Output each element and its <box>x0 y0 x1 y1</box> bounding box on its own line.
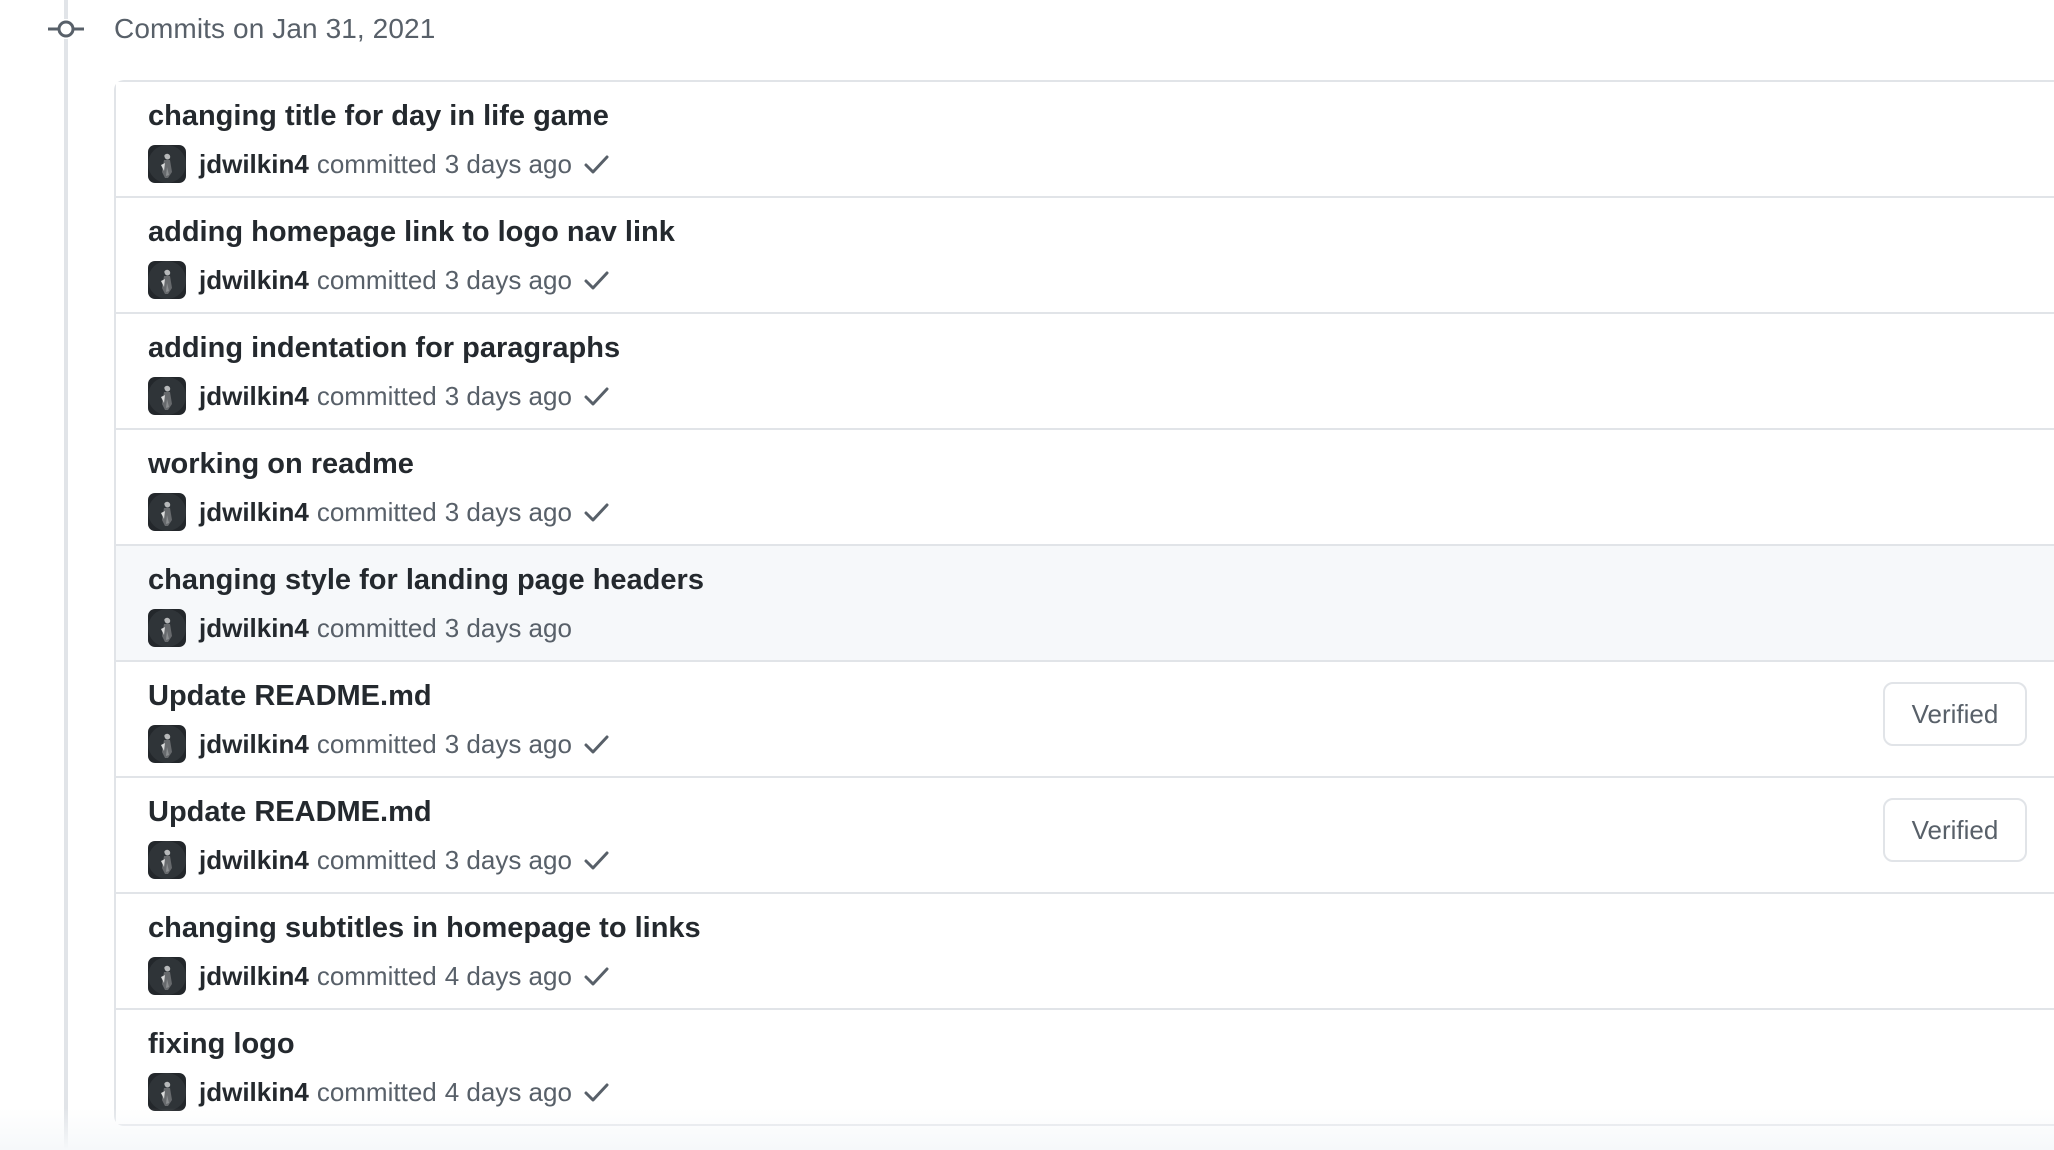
author-avatar[interactable] <box>148 609 186 647</box>
commit-time: 3 days ago <box>444 148 572 179</box>
committed-label: committed <box>316 264 437 295</box>
author-avatar[interactable] <box>148 145 186 183</box>
committed-label: committed <box>316 496 437 527</box>
commit-row[interactable]: changing title for day in life game jdwi… <box>116 82 2054 198</box>
committed-label: committed <box>316 960 437 991</box>
commit-meta: jdwilkin4 committed 3 days ago <box>148 840 610 880</box>
check-icon[interactable] <box>582 382 610 410</box>
commit-author-link[interactable]: jdwilkin4 <box>199 381 309 412</box>
committed-label: committed <box>316 148 437 179</box>
verified-badge[interactable]: Verified <box>1883 682 2027 746</box>
commit-row[interactable]: adding homepage link to logo nav link jd… <box>116 198 2054 314</box>
committed-label: committed <box>316 612 437 643</box>
commit-row[interactable]: changing subtitles in homepage to links … <box>116 894 2054 1010</box>
commit-title-link[interactable]: adding homepage link to logo nav link <box>148 216 675 249</box>
commit-meta: jdwilkin4 committed 4 days ago <box>148 956 610 996</box>
commit-author-link[interactable]: jdwilkin4 <box>199 265 309 296</box>
check-icon[interactable] <box>582 846 610 874</box>
commit-title-link[interactable]: adding indentation for paragraphs <box>148 332 620 365</box>
author-avatar[interactable] <box>148 957 186 995</box>
commit-list: changing title for day in life game jdwi… <box>114 80 2054 1126</box>
commit-title-link[interactable]: changing style for landing page headers <box>148 564 704 597</box>
commit-row[interactable]: fixing logo jdwilkin4 committed 4 days a… <box>116 1010 2054 1124</box>
check-icon[interactable] <box>582 150 610 178</box>
commit-title-link[interactable]: changing title for day in life game <box>148 100 609 133</box>
author-avatar[interactable] <box>148 725 186 763</box>
commit-title-link[interactable]: working on readme <box>148 448 414 481</box>
committed-label: committed <box>316 728 437 759</box>
commit-author-link[interactable]: jdwilkin4 <box>199 497 309 528</box>
committed-label: committed <box>316 1076 437 1107</box>
commit-time: 3 days ago <box>444 380 572 411</box>
commit-title-link[interactable]: fixing logo <box>148 1028 295 1061</box>
commit-meta: jdwilkin4 committed 4 days ago <box>148 1072 610 1112</box>
commit-group-header: Commits on Jan 31, 2021 <box>48 8 435 50</box>
commit-meta: jdwilkin4 committed 3 days ago <box>148 144 610 184</box>
author-avatar[interactable] <box>148 1073 186 1111</box>
author-avatar[interactable] <box>148 377 186 415</box>
commit-time: 3 days ago <box>444 612 572 643</box>
commit-row[interactable]: adding indentation for paragraphs jdwilk… <box>116 314 2054 430</box>
committed-label: committed <box>316 844 437 875</box>
check-icon[interactable] <box>582 498 610 526</box>
commit-author-link[interactable]: jdwilkin4 <box>199 961 309 992</box>
check-icon[interactable] <box>582 962 610 990</box>
commit-time: 4 days ago <box>444 1076 572 1107</box>
commit-author-link[interactable]: jdwilkin4 <box>199 149 309 180</box>
commit-row[interactable]: working on readme jdwilkin4 committed 3 … <box>116 430 2054 546</box>
commit-title-link[interactable]: Update README.md <box>148 796 432 829</box>
bottom-fade <box>0 1108 2054 1150</box>
commit-time: 3 days ago <box>444 496 572 527</box>
commit-time: 3 days ago <box>444 728 572 759</box>
commit-row[interactable]: changing style for landing page headers … <box>116 546 2054 662</box>
author-avatar[interactable] <box>148 493 186 531</box>
commit-author-link[interactable]: jdwilkin4 <box>199 729 309 760</box>
commit-time: 3 days ago <box>444 264 572 295</box>
commit-meta: jdwilkin4 committed 3 days ago <box>148 260 610 300</box>
commit-time: 4 days ago <box>444 960 572 991</box>
commit-meta: jdwilkin4 committed 3 days ago <box>148 492 610 532</box>
commit-row[interactable]: Update README.md jdwilkin4 committed 3 d… <box>116 778 2054 894</box>
check-icon[interactable] <box>582 1078 610 1106</box>
author-avatar[interactable] <box>148 261 186 299</box>
commit-author-link[interactable]: jdwilkin4 <box>199 613 309 644</box>
commit-group-title: Commits on Jan 31, 2021 <box>114 13 436 44</box>
commit-time: 3 days ago <box>444 844 572 875</box>
verified-badge[interactable]: Verified <box>1883 798 2027 862</box>
committed-label: committed <box>316 380 437 411</box>
commit-author-link[interactable]: jdwilkin4 <box>199 845 309 876</box>
commits-page: Commits on Jan 31, 2021 changing title f… <box>0 0 2054 1150</box>
commit-meta: jdwilkin4 committed 3 days ago <box>148 376 610 416</box>
commit-title-link[interactable]: Update README.md <box>148 680 432 713</box>
check-icon[interactable] <box>582 730 610 758</box>
timeline-line <box>64 0 68 1150</box>
commit-meta: jdwilkin4 committed 3 days ago <box>148 724 610 764</box>
commit-row[interactable]: Update README.md jdwilkin4 committed 3 d… <box>116 662 2054 778</box>
check-icon[interactable] <box>582 266 610 294</box>
commit-title-link[interactable]: changing subtitles in homepage to links <box>148 912 701 945</box>
git-commit-icon <box>48 19 84 39</box>
commit-author-link[interactable]: jdwilkin4 <box>199 1077 309 1108</box>
commit-meta: jdwilkin4 committed 3 days ago <box>148 608 572 648</box>
author-avatar[interactable] <box>148 841 186 879</box>
